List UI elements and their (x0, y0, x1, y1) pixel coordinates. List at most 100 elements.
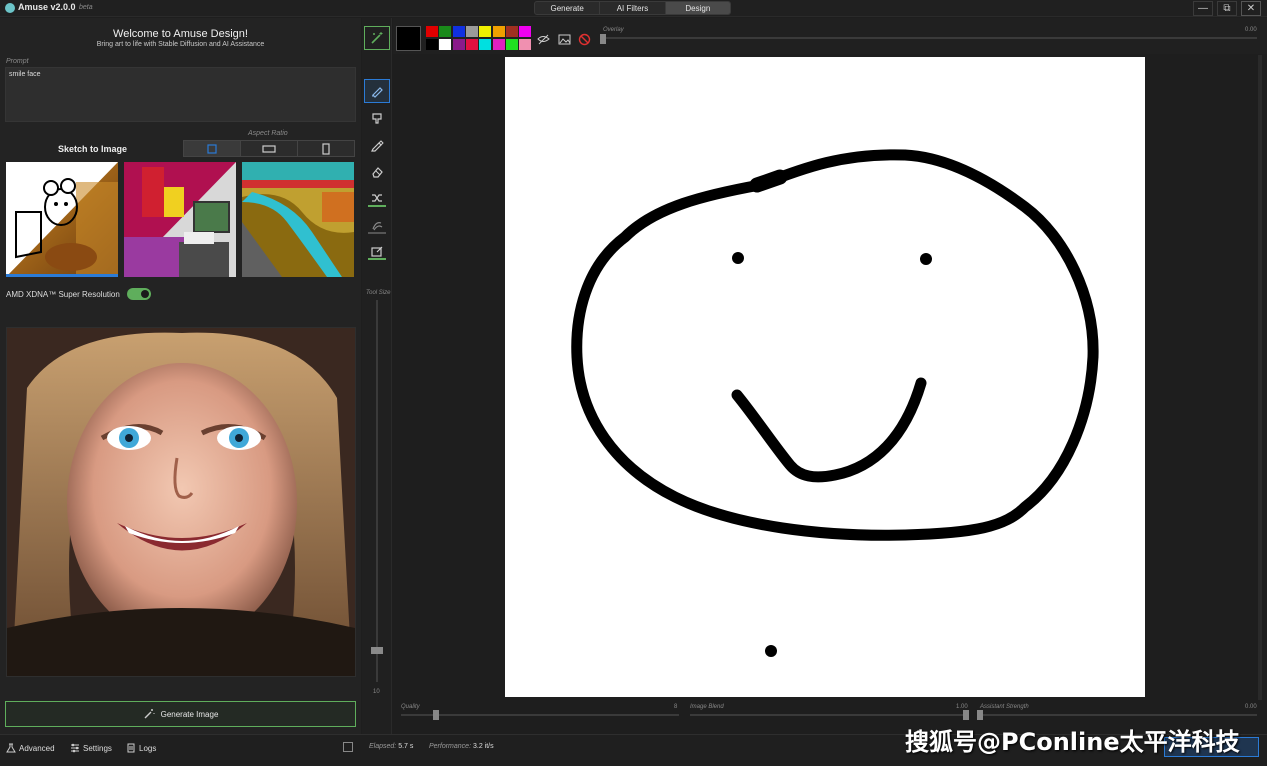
close-button[interactable]: ✕ (1241, 1, 1261, 16)
quality-slider-thumb[interactable] (433, 710, 439, 720)
aspect-ratio-selector (183, 140, 355, 157)
color-swatch[interactable] (439, 39, 452, 50)
smudge-indicator (368, 232, 386, 234)
magic-wand-icon (144, 709, 155, 719)
elapsed-stat: Elapsed: 5.7 s (369, 743, 413, 750)
pen-icon (371, 140, 384, 152)
color-swatch[interactable] (452, 39, 465, 50)
eraser-tool-button[interactable] (364, 160, 390, 184)
color-swatch[interactable] (505, 26, 518, 37)
image-blend-slider-thumb[interactable] (963, 710, 969, 720)
color-swatch[interactable] (452, 26, 465, 37)
sketch-preset-landscape[interactable] (242, 162, 354, 277)
color-swatch[interactable] (505, 39, 518, 50)
landscape-thumbnail-image (242, 162, 354, 277)
edit-icon (371, 246, 383, 257)
color-swatch[interactable] (479, 26, 492, 37)
color-swatch[interactable] (426, 26, 438, 37)
color-palette (426, 26, 534, 52)
advanced-label: Advanced (19, 743, 55, 753)
overlay-value: 0.00 (1245, 27, 1257, 33)
logs-label: Logs (139, 743, 157, 753)
settings-button[interactable]: Settings (70, 743, 112, 753)
eye-off-icon (536, 34, 550, 44)
super-resolution-toggle[interactable] (127, 288, 151, 300)
ai-assist-button[interactable] (364, 26, 390, 50)
color-swatch[interactable] (439, 26, 452, 37)
color-swatch[interactable] (479, 39, 492, 50)
super-resolution-label: AMD XDNA™ Super Resolution (6, 290, 120, 299)
hide-layer-button[interactable] (536, 32, 550, 46)
pen-tool-button[interactable] (364, 133, 390, 157)
generated-portrait-image (7, 328, 355, 676)
portrait-icon (322, 142, 330, 155)
image-blend-label: Image Blend (690, 704, 724, 710)
overlay-slider[interactable] (600, 37, 1257, 39)
tool-size-value: 10 (373, 689, 380, 695)
aspect-ratio-label: Aspect Ratio (248, 130, 288, 137)
logs-button[interactable]: Logs (126, 743, 156, 753)
tool-size-slider[interactable] (376, 300, 378, 682)
tab-generate[interactable]: Generate (535, 2, 601, 14)
app-title: Amuse v2.0.0 (18, 2, 76, 12)
color-swatch[interactable] (519, 26, 532, 37)
drawing-canvas[interactable] (505, 57, 1145, 697)
prompt-input[interactable]: smile face (5, 67, 356, 122)
color-swatch[interactable] (519, 39, 532, 50)
sketch-preset-teddy[interactable] (6, 162, 118, 277)
watermark: 搜狐号@PConline太平洋科技 (905, 728, 1240, 756)
generate-image-label: Generate Image (160, 709, 219, 719)
shuffle-active-indicator (368, 205, 386, 207)
minimize-button[interactable]: — (1193, 1, 1213, 16)
advanced-button[interactable]: Advanced (6, 743, 55, 753)
current-color-swatch[interactable] (396, 26, 421, 51)
welcome-title: Welcome to Amuse Design! (113, 28, 248, 40)
info-icon[interactable] (343, 742, 353, 752)
settings-label: Settings (83, 743, 112, 753)
aspect-portrait-button[interactable] (298, 141, 354, 156)
quality-slider[interactable] (401, 714, 679, 716)
overlay-slider-thumb[interactable] (600, 34, 606, 44)
teddy-thumbnail-image (6, 162, 118, 274)
color-swatch[interactable] (426, 39, 438, 50)
clear-canvas-button[interactable] (577, 32, 591, 46)
performance-value: 3.2 it/s (472, 743, 494, 750)
performance-stat: Performance: 3.2 it/s (429, 743, 494, 750)
landscape-icon (262, 144, 276, 153)
restore-button[interactable]: ⧉ (1217, 1, 1237, 16)
quality-value: 8 (674, 704, 678, 710)
image-icon (558, 34, 570, 44)
canvas-scrollbar[interactable] (1258, 55, 1262, 700)
color-swatch[interactable] (465, 39, 478, 50)
mode-label: Sketch to Image (58, 144, 128, 154)
smudge-icon (372, 222, 383, 231)
prohibited-icon (578, 33, 590, 45)
room-thumbnail-image (124, 162, 236, 277)
magic-wand-icon (371, 32, 383, 44)
tool-size-slider-thumb[interactable] (371, 647, 383, 654)
sliders-icon (71, 743, 79, 753)
shuffle-icon (372, 194, 382, 202)
generate-image-button[interactable]: Generate Image (5, 701, 356, 727)
color-swatch[interactable] (492, 26, 505, 37)
color-swatch[interactable] (492, 39, 505, 50)
tab-ai-filters[interactable]: AI Filters (600, 2, 666, 14)
edit-active-indicator (368, 258, 386, 260)
fill-tool-button[interactable] (364, 106, 390, 130)
assistant-strength-slider-thumb[interactable] (977, 710, 983, 720)
paint-bucket-icon (372, 113, 382, 124)
brush-tool-button[interactable] (364, 79, 390, 103)
tab-design[interactable]: Design (665, 2, 730, 14)
quality-label: Quality (401, 704, 420, 710)
image-blend-slider[interactable] (690, 714, 968, 716)
elapsed-label: Elapsed: (369, 743, 397, 750)
aspect-landscape-button[interactable] (241, 141, 298, 156)
color-swatch[interactable] (465, 26, 478, 37)
image-button[interactable] (557, 32, 571, 46)
assistant-strength-slider[interactable] (977, 714, 1257, 716)
aspect-square-button[interactable] (184, 141, 241, 156)
smiley-sketch (571, 149, 1099, 657)
sketch-preset-room[interactable] (124, 162, 236, 277)
brush-icon (372, 87, 383, 98)
app-beta-tag: beta (79, 4, 93, 11)
